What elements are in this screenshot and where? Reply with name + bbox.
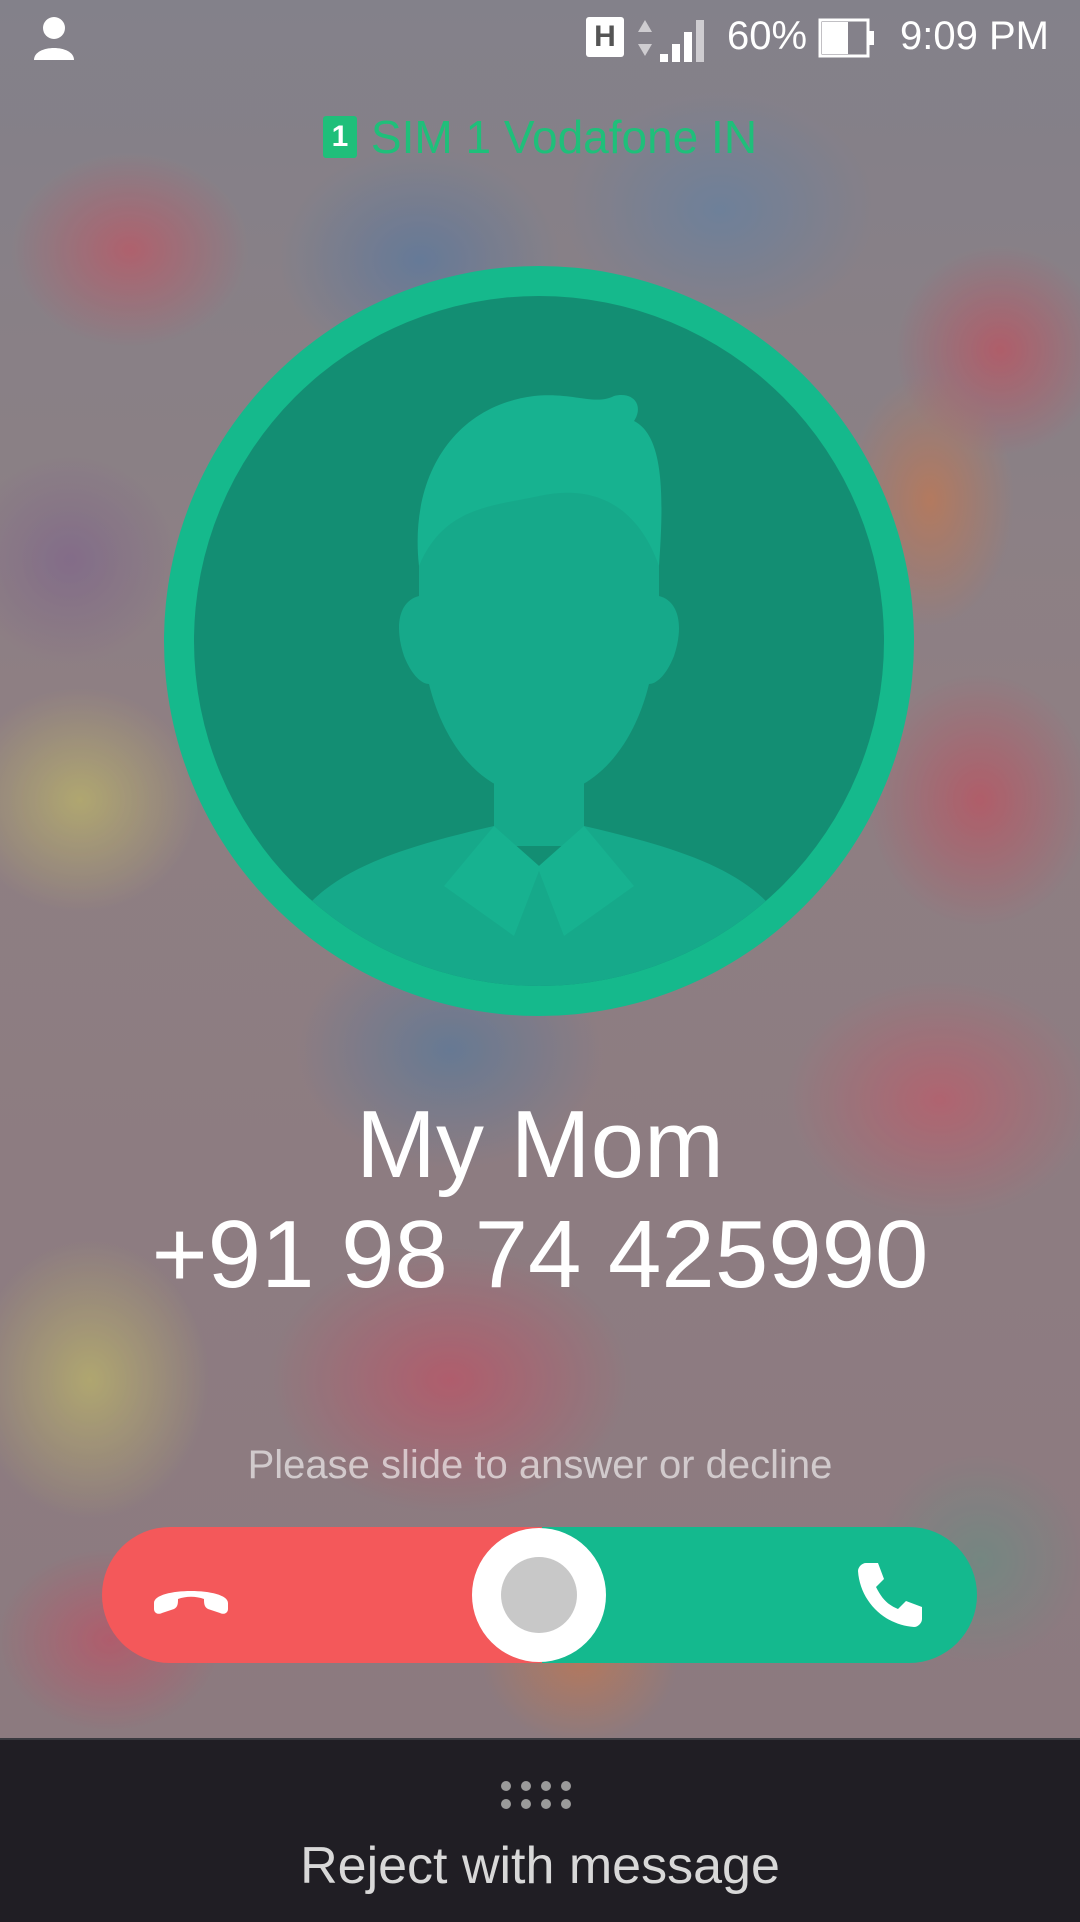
slider-knob[interactable] [472,1528,606,1662]
sim-card-icon: 1 [322,116,357,158]
battery-percent: 60% [727,14,808,58]
signal-icon [660,20,704,62]
drag-handle-icon[interactable] [500,1780,580,1810]
answer-track[interactable] [542,1527,977,1663]
slide-hint: Please slide to answer or decline [247,1443,833,1487]
phone-answer-icon[interactable] [852,1557,928,1633]
contact-photo [164,266,914,1016]
status-bar: H 60% 9:09 PM [0,0,1080,78]
slider-knob-center[interactable] [501,1557,577,1633]
default-avatar-icon [274,395,804,986]
contact-photo-inner [194,296,884,986]
caller-name: My Mom [356,1091,724,1198]
network-arrows-icon [638,20,652,56]
network-type-badge: H [586,17,624,57]
battery-icon [818,18,874,58]
account-icon [34,17,74,60]
carrier-name: SIM 1 Vodafone IN [370,111,758,163]
caller-number: +91 98 74 425990 [151,1201,929,1308]
sim-carrier-label: 1 SIM 1 Vodafone IN [0,110,1080,164]
hang-up-icon[interactable] [146,1565,236,1625]
clock: 9:09 PM [900,14,1049,58]
reject-with-message-button[interactable]: Reject with message [0,1836,1080,1896]
